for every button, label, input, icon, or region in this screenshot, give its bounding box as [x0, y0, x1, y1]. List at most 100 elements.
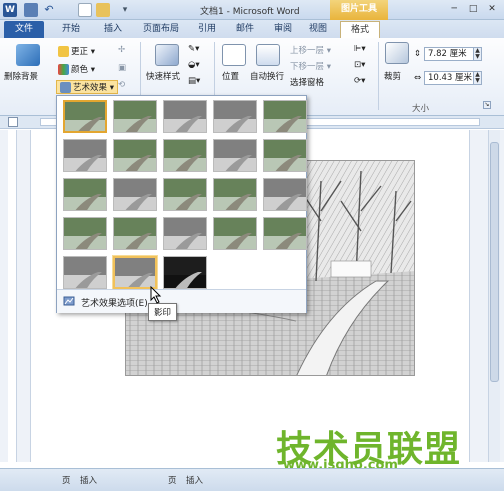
open-folder-icon[interactable] — [96, 3, 110, 17]
dialog-launcher-icon[interactable]: ↘ — [483, 101, 491, 109]
tab-format[interactable]: 格式 — [340, 21, 380, 38]
tab-references[interactable]: 引用 — [190, 21, 224, 38]
quick-styles-button[interactable]: 快速样式 — [146, 70, 180, 82]
size-group-label: 大小 — [412, 104, 430, 114]
maximize-button[interactable]: □ — [465, 2, 481, 16]
effect-thumb-glow-edges[interactable] — [163, 256, 207, 289]
artistic-effects-options[interactable]: 艺术效果选项(E)... — [57, 289, 306, 313]
corrections-button[interactable]: 更正 ▾ — [58, 45, 95, 57]
quick-styles-icon — [155, 44, 179, 66]
effect-thumb-none[interactable] — [63, 100, 107, 133]
page-indicator-2[interactable]: 页 — [168, 474, 177, 486]
close-button[interactable]: ✕ — [484, 2, 500, 16]
effect-thumb-photocopy-color[interactable] — [63, 256, 107, 289]
position-icon — [222, 44, 246, 66]
send-backward-button[interactable]: 下移一层 ▾ — [290, 60, 331, 72]
remove-background-icon — [16, 44, 40, 66]
minimize-button[interactable]: ─ — [446, 2, 462, 16]
picture-layout-icon[interactable]: ▤▾ — [188, 76, 200, 86]
customize-toolbar-icon[interactable]: ▾ — [118, 3, 132, 17]
align-icon[interactable]: ⊫▾ — [354, 44, 366, 54]
sun-icon — [58, 46, 69, 57]
change-picture-icon[interactable]: ▣ — [118, 63, 126, 73]
effect-thumb-line-drawing[interactable] — [263, 100, 307, 133]
effect-thumb-texturizer[interactable] — [63, 217, 107, 250]
palette-icon — [58, 64, 69, 75]
effect-thumb-pencil-grayscale[interactable] — [163, 100, 207, 133]
width-field[interactable]: 10.43 厘米 ▲ ▼ — [424, 71, 482, 85]
remove-background-button[interactable]: 删除背景 — [4, 70, 38, 82]
picture-effects-icon[interactable]: ◒▾ — [188, 60, 200, 70]
height-field[interactable]: 7.82 厘米 ▲ ▼ — [424, 47, 482, 61]
effect-thumb-photocopy[interactable] — [113, 256, 157, 289]
color-label: 颜色 ▾ — [71, 65, 95, 75]
height-spinner-icon[interactable]: ▲ ▼ — [473, 48, 481, 60]
effect-thumb-pastels-smooth[interactable] — [213, 217, 257, 250]
vertical-scrollbar[interactable] — [488, 130, 500, 462]
picture-tools-label: 图片工具 — [330, 0, 388, 20]
crop-button[interactable]: 裁剪 — [384, 70, 401, 82]
group-icon[interactable]: ⊡▾ — [354, 60, 365, 70]
tab-file[interactable]: 文件 — [4, 21, 44, 38]
reset-picture-icon[interactable]: ⟲ — [118, 80, 125, 90]
effect-thumb-glow-diffused[interactable] — [213, 139, 257, 172]
corrections-label: 更正 ▾ — [71, 47, 95, 57]
wrap-text-button[interactable]: 自动换行 — [250, 70, 284, 82]
tab-selector-icon[interactable] — [8, 117, 18, 127]
compress-icon[interactable]: ✢ — [118, 45, 125, 55]
height-icon: ⇕ — [414, 49, 422, 59]
width-spinner-icon[interactable]: ▲ ▼ — [473, 72, 481, 84]
tab-review[interactable]: 审阅 — [266, 21, 300, 38]
effect-thumb-plastic-wrap[interactable] — [263, 178, 307, 211]
tab-home[interactable]: 开始 — [54, 21, 88, 38]
tab-view[interactable]: 视图 — [302, 21, 334, 38]
undo-icon[interactable]: ↶ — [42, 3, 56, 17]
artistic-effects-label: 艺术效果 ▾ — [73, 83, 114, 93]
selection-pane-button[interactable]: 选择窗格 — [290, 76, 324, 88]
new-document-icon[interactable] — [78, 3, 92, 17]
effect-thumb-light-screen[interactable] — [63, 178, 107, 211]
height-value: 7.82 厘米 — [428, 49, 467, 59]
bring-forward-button[interactable]: 上移一层 ▾ — [290, 44, 331, 56]
wrap-text-icon — [256, 44, 280, 66]
effect-thumb-marker[interactable] — [113, 100, 157, 133]
effect-thumb-pencil-sketch[interactable] — [213, 100, 257, 133]
scrollbar-thumb[interactable] — [490, 142, 499, 382]
rotate-icon[interactable]: ⟳▾ — [354, 76, 365, 86]
word-app-icon[interactable]: W — [3, 3, 17, 17]
save-icon[interactable] — [24, 3, 38, 17]
effect-thumb-chalk[interactable] — [63, 139, 107, 172]
effect-thumb-paint-brush[interactable] — [163, 139, 207, 172]
width-icon: ⇔ — [414, 73, 422, 83]
tab-insert[interactable]: 插入 — [96, 21, 130, 38]
effect-thumb-cutout[interactable] — [263, 217, 307, 250]
ribbon-tabs: 文件 开始 插入 页面布局 引用 邮件 审阅 视图 格式 — [0, 20, 504, 38]
page-indicator[interactable]: 页 — [62, 474, 71, 486]
effect-thumb-film-grain[interactable] — [163, 178, 207, 211]
crop-icon — [385, 42, 409, 64]
artistic-effects-gallery: 艺术效果选项(E)... — [56, 95, 307, 313]
tab-mailings[interactable]: 邮件 — [228, 21, 262, 38]
artistic-effects-button[interactable]: 艺术效果 ▾ — [56, 80, 118, 94]
picture-border-icon[interactable]: ✎▾ — [188, 44, 199, 54]
effect-tooltip: 影印 — [148, 303, 178, 321]
tab-page-layout[interactable]: 页面布局 — [134, 21, 188, 38]
artistic-effects-options-label: 艺术效果选项(E)... — [81, 299, 157, 309]
art-effects-icon — [60, 82, 71, 93]
title-bar: W ↶ ▾ 文档1 - Microsoft Word 图片工具 ─ □ ✕ — [0, 0, 504, 20]
effect-thumb-watercolor[interactable] — [113, 178, 157, 211]
status-bar: 页 插入 页 插入 — [0, 468, 504, 491]
color-button[interactable]: 颜色 ▾ — [58, 63, 95, 75]
effect-thumb-blur[interactable] — [263, 139, 307, 172]
effect-thumb-mosaic[interactable] — [213, 178, 257, 211]
effect-thumb-glass[interactable] — [163, 217, 207, 250]
insert-mode[interactable]: 插入 — [80, 474, 97, 486]
effect-thumb-paint-strokes[interactable] — [113, 139, 157, 172]
effect-thumb-cement[interactable] — [113, 217, 157, 250]
position-button[interactable]: 位置 — [222, 70, 239, 82]
insert-mode-2[interactable]: 插入 — [186, 474, 203, 486]
window-controls: ─ □ ✕ — [446, 2, 500, 16]
width-value: 10.43 厘米 — [428, 73, 473, 83]
art-options-icon — [63, 295, 75, 307]
mouse-cursor-icon — [150, 286, 162, 304]
